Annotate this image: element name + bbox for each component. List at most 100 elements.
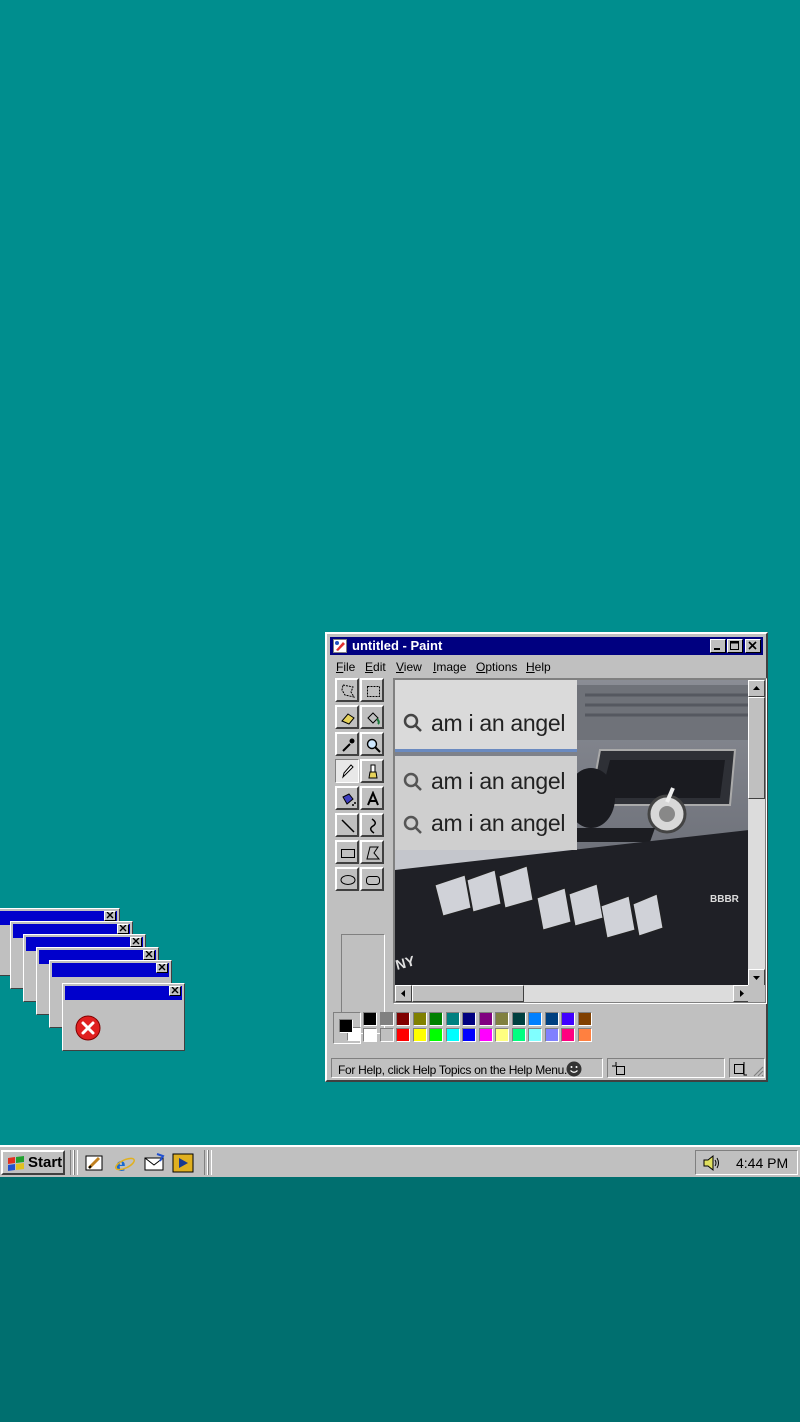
palette-color[interactable] — [396, 1012, 410, 1026]
quick-launch-media-player[interactable] — [172, 1152, 194, 1174]
palette-color[interactable] — [412, 1012, 427, 1026]
paint-window[interactable]: untitled - Paint File Edit View Image Op… — [325, 632, 768, 1082]
tool-ellipse[interactable] — [335, 867, 359, 891]
palette-color[interactable] — [478, 1028, 493, 1042]
menu-bar: File Edit View Image Options Help — [330, 657, 763, 677]
tool-rounded-rectangle[interactable] — [360, 867, 384, 891]
close-icon — [119, 925, 127, 932]
paint-app-icon[interactable] — [333, 639, 347, 653]
palette-color[interactable] — [528, 1012, 542, 1026]
palette-color[interactable] — [544, 1012, 559, 1026]
dialog-close-button[interactable] — [104, 911, 116, 921]
search-icon — [403, 772, 422, 791]
canvas-photo[interactable]: BBBR NY am i an angel am i an angel am i… — [395, 680, 749, 986]
palette-color[interactable] — [396, 1028, 410, 1042]
menu-file[interactable]: File — [336, 660, 355, 674]
palette-color[interactable] — [561, 1012, 575, 1026]
start-label: Start — [28, 1154, 63, 1171]
tool-select[interactable] — [360, 678, 384, 702]
palette-color[interactable] — [577, 1028, 592, 1042]
palette-color[interactable] — [379, 1012, 394, 1026]
palette-color[interactable] — [511, 1012, 526, 1026]
search-box: am i an angel — [395, 680, 577, 752]
arrow-up-icon — [753, 686, 760, 690]
menu-edit[interactable]: Edit — [365, 660, 386, 674]
palette-color[interactable] — [445, 1028, 460, 1042]
palette-color[interactable] — [429, 1012, 443, 1026]
tool-text[interactable] — [360, 786, 384, 810]
speaker-icon[interactable] — [702, 1154, 722, 1172]
palette-color[interactable] — [363, 1012, 377, 1026]
quick-launch-internet-explorer[interactable]: e — [114, 1152, 136, 1176]
brush-icon — [368, 764, 378, 779]
tool-eraser[interactable] — [335, 705, 359, 729]
arrow-down-icon — [753, 976, 760, 980]
palette-color[interactable] — [429, 1028, 443, 1042]
palette-color[interactable] — [561, 1028, 575, 1042]
palette-color[interactable] — [478, 1012, 493, 1026]
palette-color[interactable] — [495, 1028, 509, 1042]
tool-rectangle[interactable] — [335, 840, 359, 864]
palette-color[interactable] — [511, 1028, 526, 1042]
palette-color[interactable] — [544, 1028, 559, 1042]
close-button[interactable] — [745, 639, 761, 653]
tool-fill-with-color[interactable] — [360, 705, 384, 729]
tool-polygon[interactable] — [360, 840, 384, 864]
quick-launch-show-desktop[interactable] — [84, 1152, 106, 1174]
palette-color[interactable] — [528, 1028, 542, 1042]
status-bar: For Help, click Help Topics on the Help … — [331, 1056, 765, 1080]
vertical-scrollbar[interactable] — [748, 680, 765, 986]
tool-magnifier[interactable] — [360, 732, 384, 756]
error-dialog[interactable] — [62, 983, 185, 1051]
dialog-close-button[interactable] — [130, 937, 142, 947]
minimize-button[interactable] — [710, 639, 726, 653]
dialog-titlebar[interactable] — [65, 986, 182, 1000]
scroll-thumb[interactable] — [748, 697, 765, 799]
scroll-down-button[interactable] — [748, 969, 765, 986]
dialog-close-button[interactable] — [169, 986, 181, 996]
paint-titlebar[interactable]: untitled - Paint — [330, 637, 763, 655]
scroll-corner — [748, 985, 765, 1002]
palette-color[interactable] — [363, 1028, 377, 1042]
tool-pencil[interactable] — [335, 759, 359, 783]
scroll-left-button[interactable] — [395, 985, 412, 1002]
scroll-thumb[interactable] — [412, 985, 524, 1002]
horizontal-scrollbar[interactable] — [395, 985, 750, 1002]
menu-image[interactable]: Image — [433, 660, 466, 674]
resize-grip-icon[interactable] — [752, 1065, 764, 1077]
curve-icon — [370, 818, 376, 834]
tool-brush[interactable] — [360, 759, 384, 783]
show-desktop-icon — [85, 1155, 103, 1171]
search-icon — [403, 815, 422, 834]
tool-free-form-select[interactable] — [335, 678, 359, 702]
palette-color[interactable] — [495, 1012, 509, 1026]
quick-launch-outlook-express[interactable] — [143, 1152, 165, 1174]
palette-color[interactable] — [462, 1028, 476, 1042]
dialog-titlebar[interactable] — [52, 963, 169, 977]
menu-help[interactable]: Help — [526, 660, 551, 674]
foreground-color-swatch[interactable] — [339, 1019, 353, 1033]
maximize-button[interactable] — [727, 639, 743, 653]
tool-line[interactable] — [335, 813, 359, 837]
palette-color[interactable] — [462, 1012, 476, 1026]
palette-color[interactable] — [379, 1028, 394, 1042]
palette-color[interactable] — [445, 1012, 460, 1026]
deck-label: BBBR — [710, 894, 740, 905]
current-colors[interactable] — [333, 1012, 361, 1044]
palette-color[interactable] — [577, 1012, 592, 1026]
internet-explorer-icon: e — [115, 1152, 135, 1176]
dialog-close-button[interactable] — [156, 963, 168, 973]
dialog-close-button[interactable] — [143, 950, 155, 960]
tool-curve[interactable] — [360, 813, 384, 837]
palette-color[interactable] — [412, 1028, 427, 1042]
start-button[interactable]: Start — [1, 1150, 65, 1175]
scroll-up-button[interactable] — [748, 680, 765, 697]
menu-view[interactable]: View — [396, 660, 422, 674]
eraser-icon — [341, 713, 355, 725]
canvas-area[interactable]: BBBR NY am i an angel am i an angel am i… — [393, 678, 767, 1004]
dialog-close-button[interactable] — [117, 924, 129, 934]
clock[interactable]: 4:44 PM — [736, 1155, 788, 1171]
tool-pick-color[interactable] — [335, 732, 359, 756]
menu-options[interactable]: Options — [476, 660, 517, 674]
tool-airbrush[interactable] — [335, 786, 359, 810]
